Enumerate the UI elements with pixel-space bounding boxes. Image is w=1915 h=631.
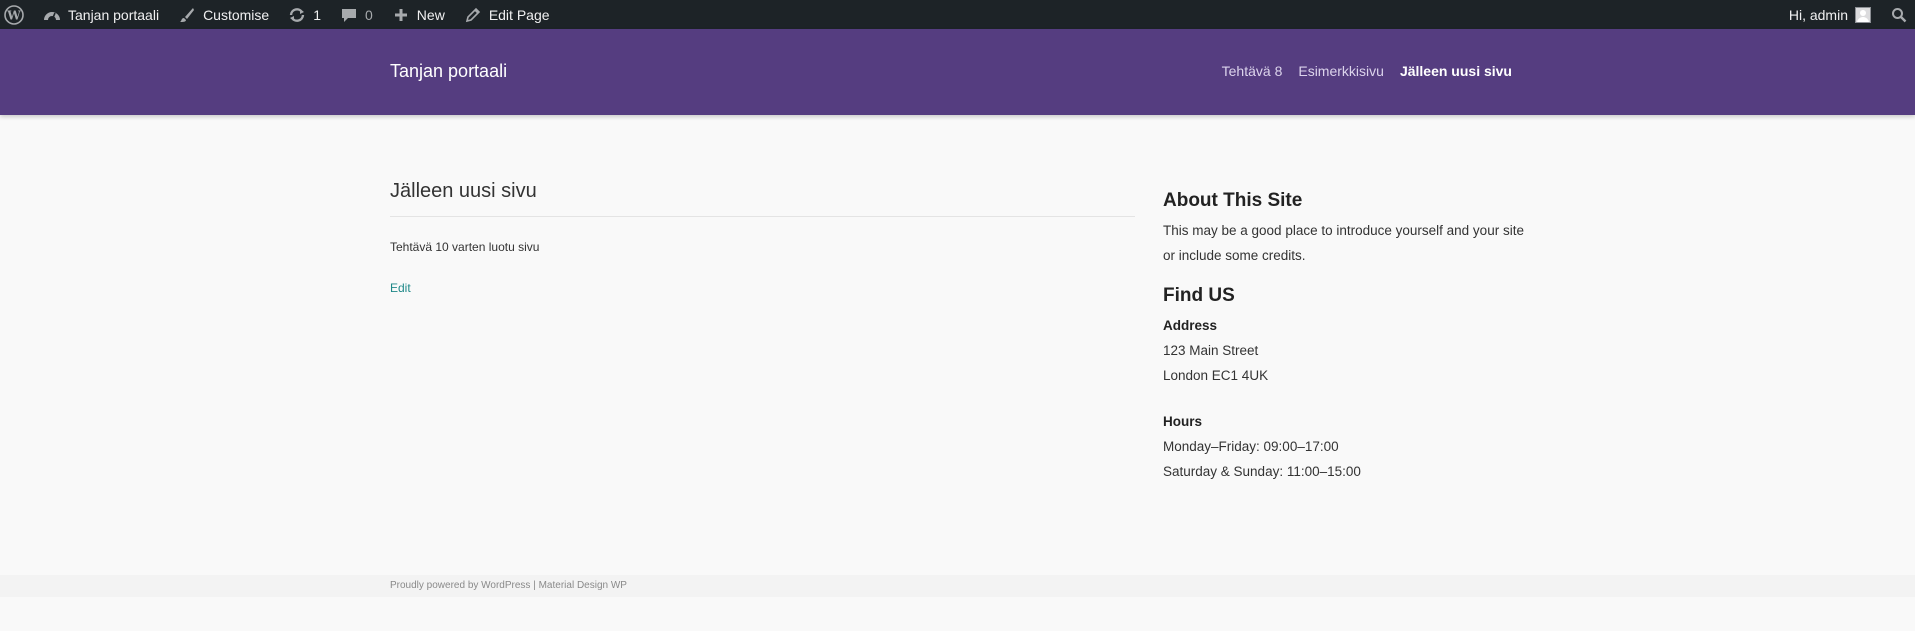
paintbrush-icon xyxy=(177,5,197,25)
page-body-text: Tehtävä 10 varten luotu sivu xyxy=(390,240,540,254)
page-title: Jälleen uusi sivu xyxy=(390,180,1135,217)
dashboard-icon xyxy=(42,5,62,25)
pencil-icon xyxy=(463,5,483,25)
comments-count: 0 xyxy=(365,6,373,23)
search-icon xyxy=(1889,5,1909,25)
svg-text:W: W xyxy=(6,8,21,22)
greeting-label: Hi, admin xyxy=(1788,6,1848,23)
site-name-menu[interactable]: Tanjan portaali xyxy=(33,0,168,29)
find-us-widget-title: Find US xyxy=(1163,285,1235,306)
nav-item-jalleen-uusi-sivu[interactable]: Jälleen uusi sivu xyxy=(1400,63,1512,79)
hours-heading: Hours xyxy=(1163,414,1203,429)
about-widget-title: About This Site xyxy=(1163,190,1303,211)
sidebar: About This Site This may be a good place… xyxy=(1163,190,1533,484)
main-content: Jälleen uusi sivu Tehtävä 10 varten luot… xyxy=(390,180,1135,297)
my-account-menu[interactable]: Hi, admin xyxy=(1780,0,1880,29)
search-button[interactable] xyxy=(1880,0,1915,29)
theme-link[interactable]: Material Design WP xyxy=(539,580,627,591)
address-line-1: 123 Main Street xyxy=(1163,343,1259,358)
wordpress-icon: W xyxy=(3,4,25,26)
hours-line-2: Saturday & Sunday: 11:00–15:00 xyxy=(1163,464,1361,479)
footer-separator: | xyxy=(530,580,539,591)
hours-line-1: Monday–Friday: 09:00–17:00 xyxy=(1163,439,1339,454)
address-line-2: London EC1 4UK xyxy=(1163,368,1269,383)
nav-item-esimerkkisivu[interactable]: Esimerkkisivu xyxy=(1298,63,1384,79)
site-footer: Proudly powered by WordPress | Material … xyxy=(0,575,1915,597)
powered-by-link[interactable]: Proudly powered by WordPress xyxy=(390,580,530,591)
customise-menu[interactable]: Customise xyxy=(168,0,278,29)
site-header: Tanjan portaali Tehtävä 8 Esimerkkisivu … xyxy=(0,29,1915,115)
new-label: New xyxy=(416,6,445,23)
customise-label: Customise xyxy=(203,6,270,23)
comments-menu[interactable]: 0 xyxy=(330,0,382,29)
updates-count: 1 xyxy=(313,6,321,23)
nav-item-tehtava-8[interactable]: Tehtävä 8 xyxy=(1222,63,1283,79)
update-icon xyxy=(287,5,307,25)
edit-page-menu[interactable]: Edit Page xyxy=(454,0,559,29)
site-title[interactable]: Tanjan portaali xyxy=(390,61,507,82)
address-heading: Address xyxy=(1163,318,1218,333)
edit-page-label: Edit Page xyxy=(488,6,550,23)
comment-icon xyxy=(339,5,359,25)
main-navigation: Tehtävä 8 Esimerkkisivu Jälleen uusi siv… xyxy=(1222,63,1512,79)
about-widget-text: This may be a good place to introduce yo… xyxy=(1163,223,1524,263)
site-name-label: Tanjan portaali xyxy=(68,6,160,23)
new-content-menu[interactable]: New xyxy=(382,0,454,29)
admin-bar: W Tanjan portaali Customise 1 0 New Edit… xyxy=(0,0,1915,29)
avatar xyxy=(1855,6,1871,23)
updates-menu[interactable]: 1 xyxy=(278,0,330,29)
wordpress-logo-menu[interactable]: W xyxy=(0,0,33,29)
plus-icon xyxy=(391,5,411,25)
footer-credits: Proudly powered by WordPress | Material … xyxy=(390,580,627,591)
edit-link[interactable]: Edit xyxy=(390,281,411,295)
